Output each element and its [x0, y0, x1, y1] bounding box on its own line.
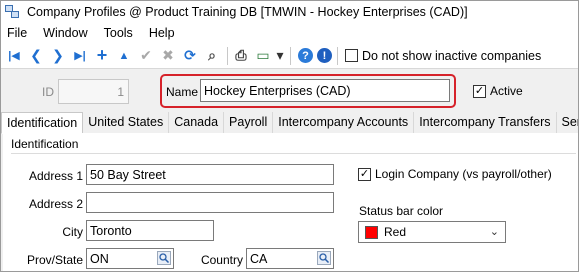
title-bar: Company Profiles @ Product Training DB [… [1, 1, 578, 23]
prov-state-input[interactable]: ON [86, 248, 174, 269]
group-title: Identification [11, 137, 79, 151]
menu-file[interactable]: File [1, 26, 35, 40]
address1-input[interactable]: 50 Bay Street [86, 164, 334, 185]
record-header: ID 1 Name Hockey Enterprises (CAD) ✓ Act… [1, 70, 578, 112]
toolbar-separator [290, 46, 291, 65]
address2-label: Address 2 [28, 197, 83, 211]
inactive-companies-checkbox[interactable] [345, 49, 358, 62]
tab-canada[interactable]: Canada [169, 112, 225, 133]
inactive-companies-label: Do not show inactive companies [362, 48, 542, 63]
tab-intercompany-accounts[interactable]: Intercompany Accounts [273, 112, 415, 133]
city-input[interactable]: Toronto [86, 220, 214, 241]
login-company-checkbox[interactable]: ✓ [358, 167, 371, 181]
tab-united-states[interactable]: United States [83, 112, 170, 133]
app-icon [5, 4, 21, 20]
tab-strip: Identification United States Canada Payr… [1, 112, 578, 134]
group-divider [11, 153, 576, 154]
inactive-companies-toggle[interactable]: Do not show inactive companies [345, 49, 541, 63]
status-bar-color-value: Red [384, 225, 407, 239]
status-bar-color-select[interactable]: Red ⌄ [358, 221, 506, 243]
active-checkbox[interactable]: ✓ [473, 84, 486, 98]
name-label: Name [166, 85, 199, 99]
window-title: Company Profiles @ Product Training DB [… [27, 5, 468, 19]
city-label: City [62, 225, 83, 239]
chevron-down-icon: ⌄ [489, 226, 499, 238]
search-icon[interactable]: ⌕ [202, 46, 222, 66]
print-icon[interactable]: ⎙ [231, 46, 251, 66]
menu-bar: File Window Tools Help [1, 23, 578, 43]
cancel-icon[interactable]: ✖ [158, 46, 178, 66]
dropdown-icon[interactable]: ▾ [275, 46, 285, 66]
login-company-toggle[interactable]: ✓ Login Company (vs payroll/other) [358, 167, 552, 181]
country-label: Country [200, 253, 243, 267]
help-icon[interactable]: ? [298, 48, 313, 63]
status-bar-color-label: Status bar color [359, 204, 444, 218]
country-input[interactable]: CA [246, 248, 334, 269]
first-record-icon[interactable]: |◀ [4, 46, 24, 66]
last-record-icon[interactable]: ▶| [70, 46, 90, 66]
prov-state-value: ON [90, 252, 109, 266]
info-icon[interactable]: ! [317, 48, 332, 63]
toolbar-separator [337, 46, 338, 65]
menu-tools[interactable]: Tools [96, 26, 141, 40]
color-swatch [365, 225, 378, 239]
tab-series[interactable]: Series [556, 112, 578, 133]
company-profiles-window: Company Profiles @ Product Training DB [… [0, 0, 579, 272]
address2-input[interactable] [86, 192, 334, 213]
id-field: 1 [58, 79, 129, 104]
tab-intercompany-transfers[interactable]: Intercompany Transfers [414, 112, 557, 133]
id-label: ID [42, 85, 54, 99]
tab-identification[interactable]: Identification [1, 112, 84, 134]
tab-payroll[interactable]: Payroll [224, 112, 274, 133]
toolbar-separator [227, 46, 228, 65]
toolbar: |◀ ❮ ❯ ▶| + ▲ ✔ ✖ ⟳ ⌕ ⎙ ▭ ▾ ? ! Do not s… [1, 43, 578, 69]
menu-window[interactable]: Window [35, 26, 95, 40]
identification-panel: Identification Address 1 50 Bay Street A… [3, 133, 578, 271]
menu-help[interactable]: Help [141, 26, 183, 40]
refresh-icon[interactable]: ⟳ [180, 46, 200, 66]
post-check-icon[interactable]: ✔ [136, 46, 156, 66]
prov-state-label: Prov/State [26, 253, 83, 267]
active-toggle[interactable]: ✓ Active [473, 84, 523, 98]
move-up-icon[interactable]: ▲ [114, 46, 134, 66]
lookup-icon[interactable] [157, 251, 171, 265]
login-company-label: Login Company (vs payroll/other) [375, 167, 552, 181]
address1-label: Address 1 [28, 169, 83, 183]
monitor-icon[interactable]: ▭ [253, 46, 273, 66]
lookup-icon[interactable] [317, 251, 331, 265]
name-input[interactable]: Hockey Enterprises (CAD) [200, 79, 450, 102]
active-label: Active [490, 84, 523, 98]
next-record-icon[interactable]: ❯ [48, 46, 68, 66]
add-record-icon[interactable]: + [92, 45, 112, 66]
previous-record-icon[interactable]: ❮ [26, 46, 46, 66]
country-value: CA [250, 252, 268, 266]
